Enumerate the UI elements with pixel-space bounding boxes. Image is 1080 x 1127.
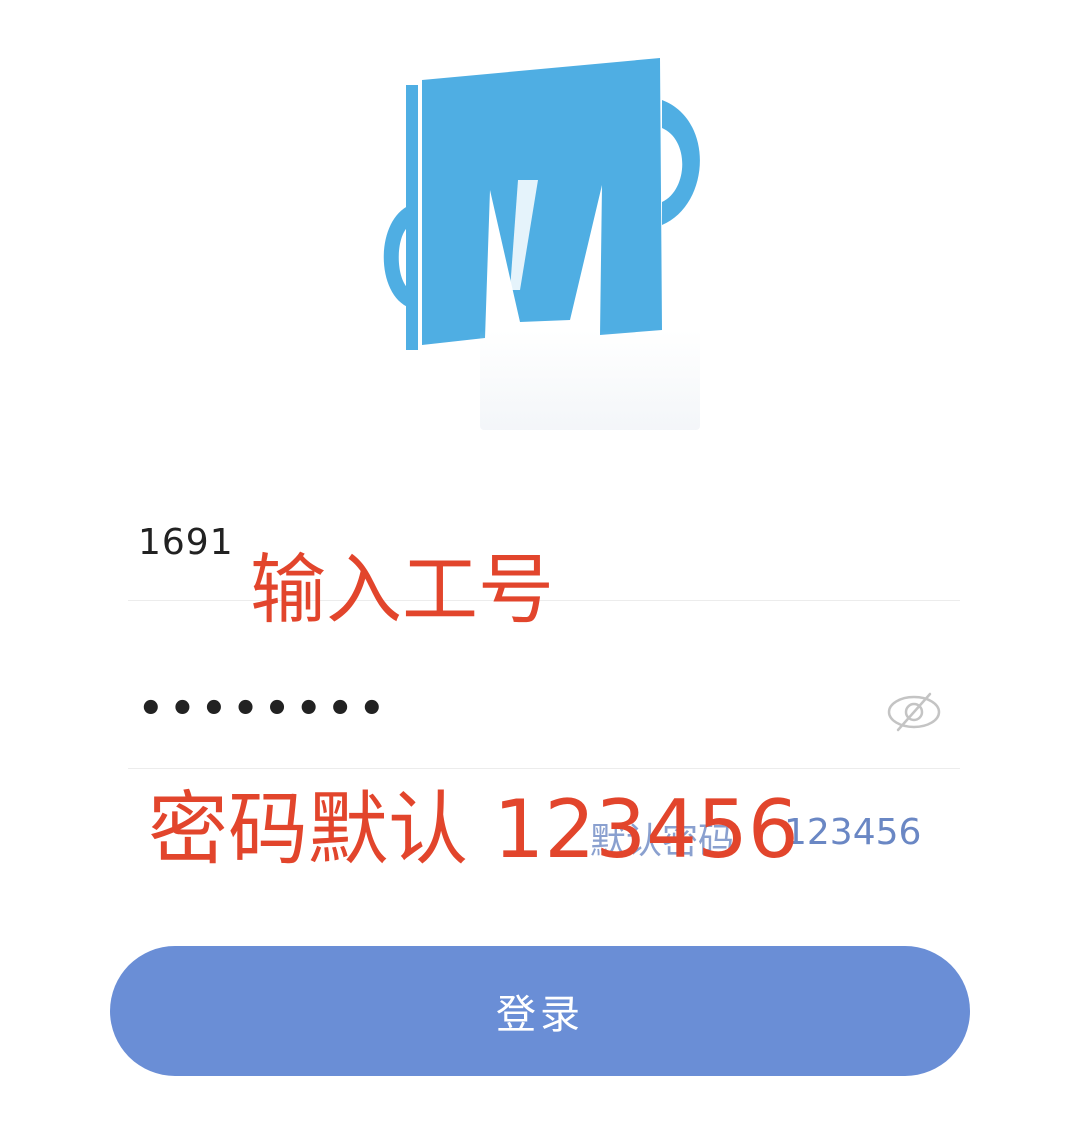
password-field[interactable]: •••••••• xyxy=(128,668,960,769)
logo-shadow xyxy=(480,330,700,430)
password-annotation: 密码默认 123456 xyxy=(148,783,799,876)
default-password-value: 123456 xyxy=(784,812,922,853)
login-button[interactable]: 登录 xyxy=(110,946,970,1076)
eye-off-icon[interactable] xyxy=(886,690,942,734)
username-annotation: 输入工号 xyxy=(250,545,554,634)
password-input-value[interactable]: •••••••• xyxy=(138,686,391,732)
username-input-value[interactable]: 1691 xyxy=(138,522,234,563)
